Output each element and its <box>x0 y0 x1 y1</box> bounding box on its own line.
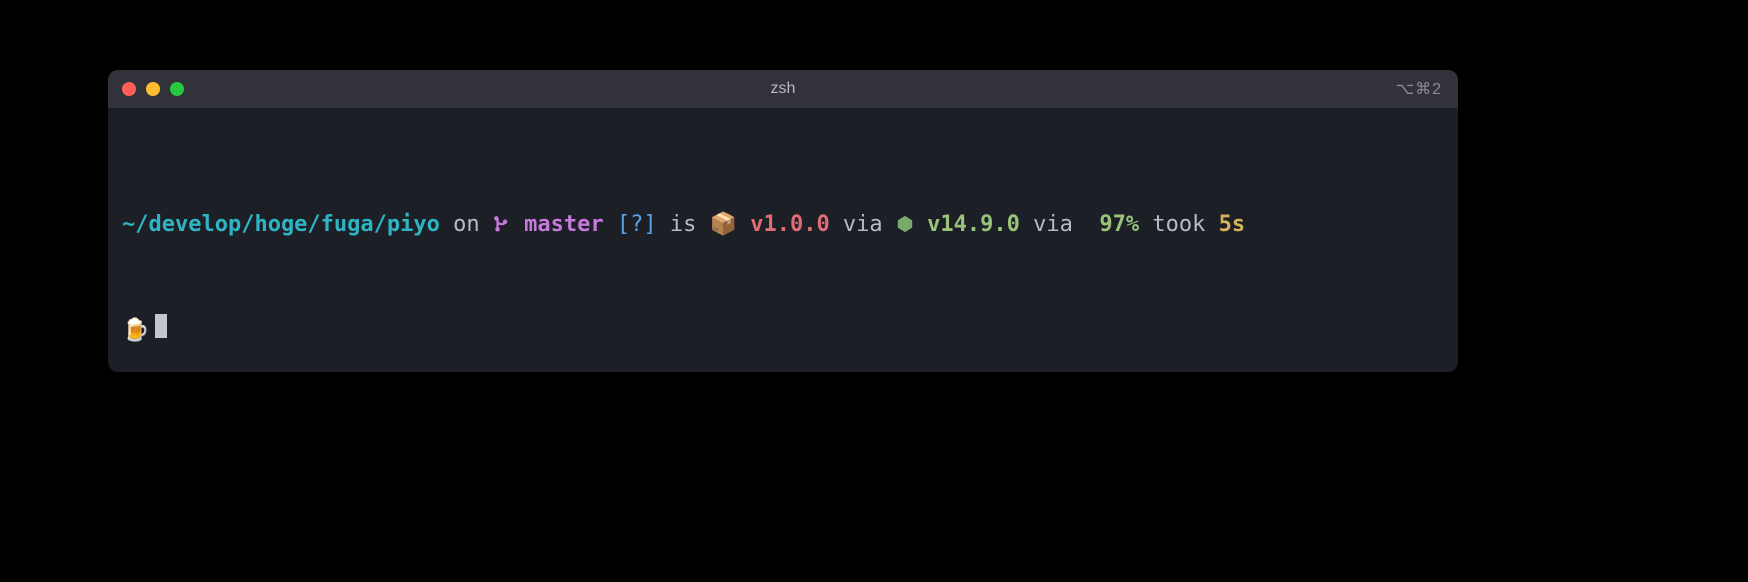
terminal-body[interactable]: ~/develop/hoge/fuga/piyo on master [?] i… <box>108 108 1458 372</box>
node-icon <box>896 210 914 244</box>
window-titlebar: zsh ⌥⌘2 <box>108 70 1458 108</box>
close-button[interactable] <box>122 82 136 96</box>
minimize-button[interactable] <box>146 82 160 96</box>
traffic-lights <box>122 82 184 96</box>
terminal-window: zsh ⌥⌘2 ~/develop/hoge/fuga/piyo on mast… <box>108 70 1458 372</box>
via-literal-2: via <box>1020 212 1099 237</box>
took-literal: took <box>1139 212 1218 237</box>
window-title: zsh <box>108 80 1458 98</box>
is-literal: is <box>657 212 710 237</box>
git-status: [?] <box>604 212 657 237</box>
prompt-line-2: 🍺 <box>122 312 1444 348</box>
fullscreen-button[interactable] <box>170 82 184 96</box>
package-icon: 📦 <box>710 212 737 237</box>
via-literal-1: via <box>830 212 896 237</box>
hotkey-hint: ⌥⌘2 <box>1396 79 1442 99</box>
cwd-segment: ~/develop/hoge/fuga/piyo <box>122 212 440 237</box>
prompt-line-1: ~/develop/hoge/fuga/piyo on master [?] i… <box>122 208 1444 244</box>
duration: 5s <box>1219 212 1246 237</box>
git-branch-icon <box>493 212 511 237</box>
prompt-symbol: 🍺 <box>122 318 149 343</box>
package-version: v1.0.0 <box>737 212 830 237</box>
on-literal: on <box>440 212 493 237</box>
terminal-cursor <box>155 314 167 338</box>
battery-percent: 97% <box>1099 212 1139 237</box>
git-branch: master <box>511 212 604 237</box>
node-version: v14.9.0 <box>914 212 1020 237</box>
